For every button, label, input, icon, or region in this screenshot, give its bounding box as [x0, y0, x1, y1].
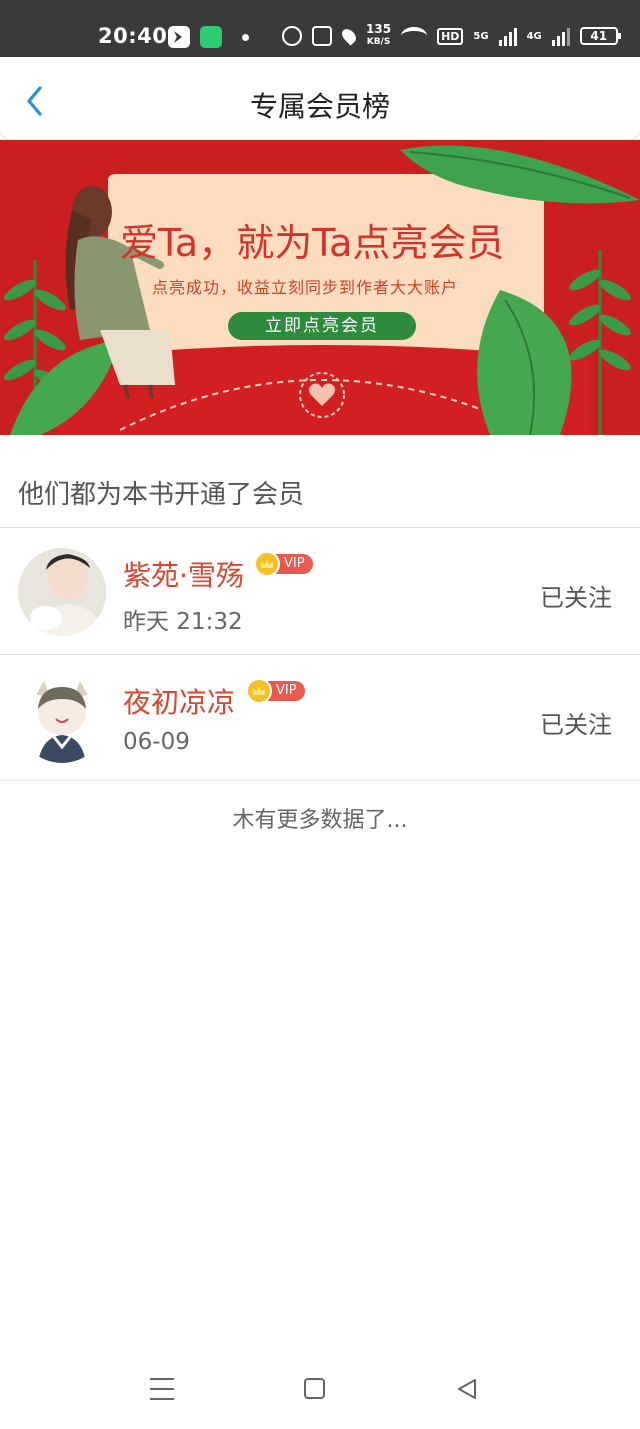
follow-status-button[interactable]: 已关注 [540, 578, 612, 613]
app-notification-icon [168, 26, 190, 48]
section-title: 他们都为本书开通了会员 [18, 480, 305, 510]
system-nav-bar [0, 1360, 640, 1420]
status-bar: 20:40 135 KB/S HD 5G 4G 41 [0, 0, 640, 57]
status-time: 20:40 [98, 24, 168, 48]
wechat-notification-icon [200, 26, 222, 48]
speed-unit: KB/S [366, 37, 391, 47]
net-4g-label: 4G [526, 30, 542, 42]
vip-badge: VIP [246, 678, 305, 704]
hd-icon: HD [437, 27, 464, 45]
app-header: 专属会员榜 [0, 57, 640, 140]
speed-value: 135 [366, 22, 392, 36]
avatar-image [18, 675, 106, 763]
net-5g-label: 5G [473, 30, 489, 42]
more-notifications-icon [242, 34, 249, 41]
wifi-icon [401, 27, 428, 45]
no-more-data-text: 木有更多数据了... [232, 808, 408, 833]
vip-badge: VIP [254, 551, 313, 577]
avatar[interactable] [18, 548, 106, 636]
banner-subtitle: 点亮成功，收益立刻同步到作者大大账户 [152, 278, 459, 297]
status-icons: 135 KB/S HD 5G 4G 41 [282, 22, 621, 48]
avatar-image [18, 548, 106, 636]
member-time: 06-09 [123, 729, 190, 755]
member-row[interactable]: 紫苑·雪殇 VIP 昨天 21:32 已关注 [0, 528, 640, 653]
menu-icon[interactable] [150, 1378, 174, 1400]
member-name[interactable]: 紫苑·雪殇 [123, 554, 244, 594]
location-icon [339, 26, 359, 46]
divider [0, 780, 640, 781]
member-row[interactable]: 夜初凉凉 VIP 06-09 已关注 [0, 655, 640, 780]
promo-banner[interactable]: 爱Ta，就为Ta点亮会员 点亮成功，收益立刻同步到作者大大账户 立即点亮会员 [0, 140, 640, 435]
back-triangle-icon[interactable] [455, 1377, 479, 1401]
battery-icon: 41 [579, 27, 621, 45]
crown-icon [254, 551, 280, 577]
light-up-vip-button[interactable]: 立即点亮会员 [228, 312, 416, 340]
banner-title: 爱Ta，就为Ta点亮会员 [120, 221, 505, 265]
signal-4g-icon [551, 26, 570, 46]
alarm-icon [282, 26, 302, 46]
network-speed: 135 KB/S [366, 22, 392, 48]
follow-status-button[interactable]: 已关注 [540, 705, 612, 740]
page-title: 专属会员榜 [249, 90, 390, 123]
member-name[interactable]: 夜初凉凉 [123, 681, 235, 721]
mute-icon [312, 26, 332, 46]
signal-5g-icon [498, 26, 517, 46]
avatar[interactable] [18, 675, 106, 763]
member-time: 昨天 21:32 [123, 609, 243, 635]
crown-icon [246, 678, 272, 704]
home-icon[interactable] [304, 1378, 325, 1399]
